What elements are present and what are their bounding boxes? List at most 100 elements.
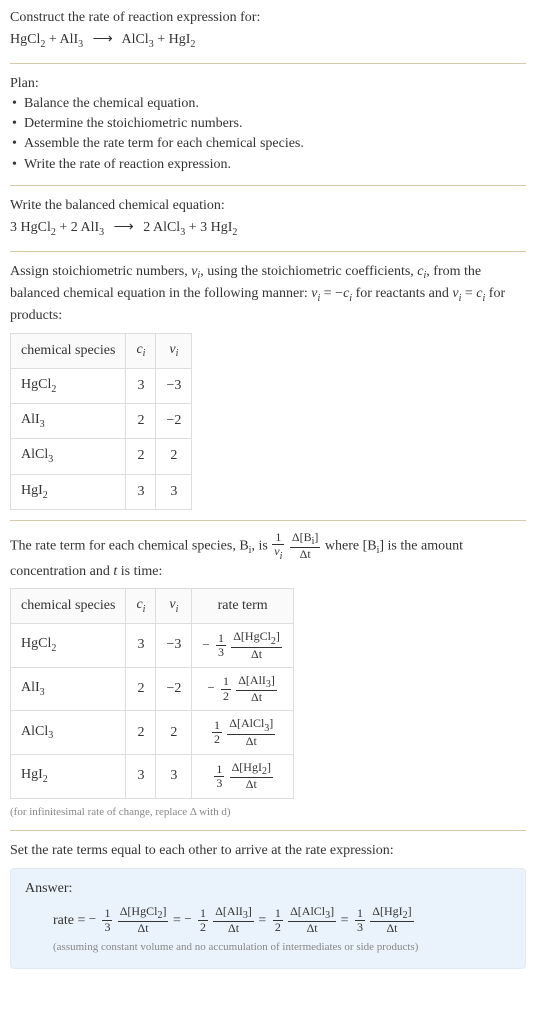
subscript: i bbox=[197, 270, 200, 281]
cell-nui: −2 bbox=[156, 404, 192, 439]
cell-nui: −3 bbox=[156, 624, 192, 668]
subscript: i bbox=[424, 270, 427, 281]
species: HgCl bbox=[10, 32, 40, 47]
arrow-icon: ⟶ bbox=[87, 30, 119, 50]
cell-nui: 2 bbox=[156, 711, 192, 755]
rate-intro-text: is time: bbox=[117, 564, 162, 579]
species: AlCl bbox=[153, 220, 180, 235]
fraction: Δ[Bi] Δt bbox=[290, 531, 321, 562]
subscript: 3 bbox=[99, 227, 104, 238]
plus: + bbox=[49, 32, 60, 47]
cell-ci: 2 bbox=[126, 439, 156, 474]
balanced-heading: Write the balanced chemical equation: bbox=[10, 196, 526, 216]
cell-rate-term: − 12 Δ[AlI3]Δt bbox=[192, 667, 294, 711]
subscript: 2 bbox=[232, 227, 237, 238]
intro-block: Construct the rate of reaction expressio… bbox=[10, 8, 526, 53]
table-footnote: (for infinitesimal rate of change, repla… bbox=[10, 805, 526, 821]
subscript: 3 bbox=[180, 227, 185, 238]
cell-species: HgCl2 bbox=[11, 624, 126, 668]
species: HgCl bbox=[21, 220, 51, 235]
cell-species: HgI2 bbox=[11, 474, 126, 509]
cell-ci: 2 bbox=[126, 667, 156, 711]
table-row: HgCl2 3 −3 bbox=[11, 368, 192, 403]
plan-bullet-list: •Balance the chemical equation. •Determi… bbox=[12, 94, 526, 175]
rate-term: 13 Δ[HgI2]Δt bbox=[352, 905, 415, 936]
plus: + bbox=[189, 220, 200, 235]
set-line: Set the rate terms equal to each other t… bbox=[10, 841, 526, 861]
eq-sign: = − bbox=[320, 286, 343, 301]
eq-sep: = bbox=[258, 908, 266, 933]
divider bbox=[10, 185, 526, 186]
fraction: 1 νi bbox=[272, 531, 284, 562]
rate-intro-text: , is bbox=[251, 539, 271, 554]
subscript: i bbox=[459, 293, 462, 304]
subscript: i bbox=[483, 293, 486, 304]
cell-rate-term: − 13 Δ[HgCl2]Δt bbox=[192, 624, 294, 668]
assign-text: , using the stoichiometric coefficients, bbox=[200, 264, 417, 279]
stoich-table: chemical species ci νi HgCl2 3 −3 AlI3 2… bbox=[10, 333, 192, 510]
bullet-icon: • bbox=[12, 134, 24, 154]
coef: 2 bbox=[143, 220, 153, 235]
col-species: chemical species bbox=[11, 333, 126, 368]
cell-species: AlI3 bbox=[11, 667, 126, 711]
table-row: AlCl3 2 2 bbox=[11, 439, 192, 474]
cell-rate-term: 13 Δ[HgI2]Δt bbox=[192, 754, 294, 798]
eq-sep: = bbox=[341, 908, 349, 933]
subscript: 2 bbox=[190, 39, 195, 50]
assign-text: Assign stoichiometric numbers, bbox=[10, 264, 191, 279]
table-header-row: chemical species ci νi rate term bbox=[11, 588, 294, 623]
nu-symbol: ν bbox=[311, 286, 317, 301]
divider bbox=[10, 830, 526, 831]
col-rate-term: rate term bbox=[192, 588, 294, 623]
col-ci: ci bbox=[126, 333, 156, 368]
assign-block: Assign stoichiometric numbers, νi, using… bbox=[10, 262, 526, 510]
cell-ci: 2 bbox=[126, 404, 156, 439]
table-header-row: chemical species ci νi bbox=[11, 333, 192, 368]
col-nui: νi bbox=[156, 588, 192, 623]
rate-intro-text: where [B bbox=[325, 539, 377, 554]
cell-nui: 2 bbox=[156, 439, 192, 474]
answer-footnote: (assuming constant volume and no accumul… bbox=[53, 940, 511, 956]
cell-species: HgCl2 bbox=[11, 368, 126, 403]
plan-bullet-text: Balance the chemical equation. bbox=[24, 94, 199, 114]
plus: + bbox=[59, 220, 70, 235]
col-ci: ci bbox=[126, 588, 156, 623]
species: AlCl bbox=[121, 32, 148, 47]
bullet-icon: • bbox=[12, 114, 24, 134]
plan-heading: Plan: bbox=[10, 74, 526, 94]
plan-bullet-text: Assemble the rate term for each chemical… bbox=[24, 134, 304, 154]
divider bbox=[10, 520, 526, 521]
subscript: 3 bbox=[78, 39, 83, 50]
assign-text: for reactants and bbox=[352, 286, 452, 301]
intro-equation: HgCl2 + AlI3 ⟶ AlCl3 + HgI2 bbox=[10, 30, 526, 52]
table-row: HgCl2 3 −3 − 13 Δ[HgCl2]Δt bbox=[11, 624, 294, 668]
bullet-icon: • bbox=[12, 94, 24, 114]
cell-species: AlCl3 bbox=[11, 439, 126, 474]
cell-nui: 3 bbox=[156, 474, 192, 509]
cell-ci: 3 bbox=[126, 368, 156, 403]
table-row: HgI2 3 3 13 Δ[HgI2]Δt bbox=[11, 754, 294, 798]
plan-bullet: •Determine the stoichiometric numbers. bbox=[12, 114, 526, 134]
col-nui: νi bbox=[156, 333, 192, 368]
table-row: AlI3 2 −2 bbox=[11, 404, 192, 439]
subscript: 3 bbox=[149, 39, 154, 50]
answer-heading: Answer: bbox=[25, 879, 511, 899]
table-row: AlCl3 2 2 12 Δ[AlCl3]Δt bbox=[11, 711, 294, 755]
species: HgI bbox=[211, 220, 233, 235]
c-symbol: c bbox=[476, 286, 482, 301]
cell-ci: 3 bbox=[126, 754, 156, 798]
subscript: i bbox=[377, 545, 380, 556]
answer-equation: rate = − 13 Δ[HgCl2]Δt = − 12 Δ[AlI3]Δt … bbox=[53, 905, 511, 936]
rate-term: 12 Δ[AlCl3]Δt bbox=[270, 905, 337, 936]
coef: 3 bbox=[200, 220, 211, 235]
plan-bullet: •Assemble the rate term for each chemica… bbox=[12, 134, 526, 154]
plan-bullet: •Balance the chemical equation. bbox=[12, 94, 526, 114]
subscript: i bbox=[349, 293, 352, 304]
cell-ci: 2 bbox=[126, 711, 156, 755]
balanced-equation: 3 HgCl2 + 2 AlI3 ⟶ 2 AlCl3 + 3 HgI2 bbox=[10, 218, 526, 240]
species: HgI bbox=[169, 32, 191, 47]
subscript: i bbox=[318, 293, 321, 304]
rate-intro-text: The rate term for each chemical species,… bbox=[10, 539, 249, 554]
subscript: 2 bbox=[51, 227, 56, 238]
plan-bullet: •Write the rate of reaction expression. bbox=[12, 155, 526, 175]
